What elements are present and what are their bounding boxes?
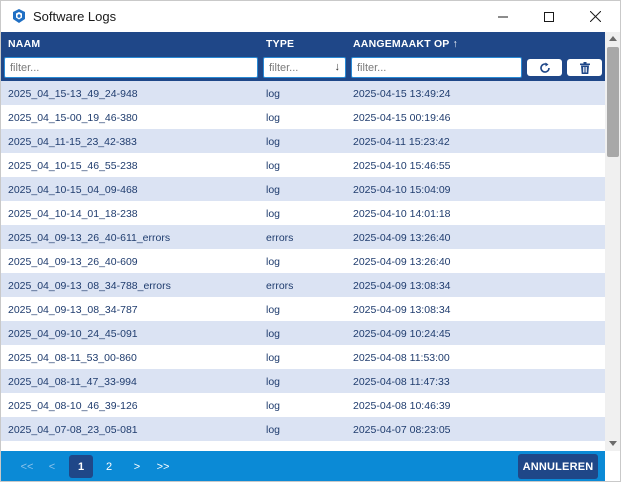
page-2-button[interactable]: 2 [97,455,121,478]
page-1-button[interactable]: 1 [69,455,93,478]
close-button[interactable] [572,1,618,32]
maximize-icon [544,11,554,22]
cell-naam: 2025_04_09-10_24_45-091 [8,328,138,340]
cancel-button[interactable]: ANNULEREN [518,454,598,479]
title-bar: Software Logs [1,1,620,32]
scroll-down-arrow-icon[interactable] [609,441,617,446]
table-row[interactable]: 2025_04_09-13_26_40-609 log 2025-04-09 1… [1,249,605,273]
app-logo-icon [11,8,27,24]
refresh-icon [539,62,550,73]
cell-type: log [266,256,281,268]
cell-aangemaakt: 2025-04-11 15:23:42 [353,136,450,148]
cell-naam: 2025_04_15-00_19_46-380 [8,112,138,124]
naam-filter-input[interactable] [4,57,258,78]
cell-aangemaakt: 2025-04-10 15:04:09 [353,184,451,196]
table-row[interactable]: 2025_04_10-14_01_18-238 log 2025-04-10 1… [1,201,605,225]
cell-aangemaakt: 2025-04-09 13:08:34 [353,280,451,292]
table-row[interactable] [1,441,605,451]
log-table-body: 2025_04_15-13_49_24-948 log 2025-04-15 1… [1,81,605,451]
type-filter-select[interactable]: filter... ↓ [263,57,346,78]
cell-naam: 2025_04_10-14_01_18-238 [8,208,138,220]
cell-naam: 2025_04_09-13_26_40-609 [8,256,138,268]
table-row[interactable]: 2025_04_15-13_49_24-948 log 2025-04-15 1… [1,81,605,105]
cell-naam: 2025_04_08-11_53_00-860 [8,352,137,364]
cell-type: log [266,424,281,436]
scrollbar-thumb[interactable] [607,47,619,157]
cell-aangemaakt: 2025-04-09 10:24:45 [353,328,451,340]
cell-type: log [266,88,281,100]
table-row[interactable]: 2025_04_08-10_46_39-126 log 2025-04-08 1… [1,393,605,417]
cell-aangemaakt: 2025-04-09 13:26:40 [353,232,451,244]
cell-type: log [266,328,281,340]
trash-icon [579,61,590,74]
table-row[interactable]: 2025_04_15-00_19_46-380 log 2025-04-15 0… [1,105,605,129]
table-row[interactable]: 2025_04_09-13_26_40-611_errors errors 20… [1,225,605,249]
first-page-button[interactable]: << [15,455,39,478]
window-title: Software Logs [33,9,117,24]
table-row[interactable]: 2025_04_10-15_04_09-468 log 2025-04-10 1… [1,177,605,201]
cell-type: errors [266,280,294,292]
table-row[interactable]: 2025_04_07-08_23_05-081 log 2025-04-07 0… [1,417,605,441]
cell-type: log [266,112,281,124]
table-row[interactable]: 2025_04_11-15_23_42-383 log 2025-04-11 1… [1,129,605,153]
cell-aangemaakt: 2025-04-08 10:46:39 [353,400,451,412]
close-icon [589,11,601,22]
cell-naam: 2025_04_09-13_26_40-611_errors [8,232,171,244]
table-header: NAAM TYPE AANGEMAAKT OP ↑ [1,32,605,55]
previous-page-button[interactable]: < [41,455,63,478]
table-row[interactable]: 2025_04_10-15_46_55-238 log 2025-04-10 1… [1,153,605,177]
column-header-naam[interactable]: NAAM [8,38,40,50]
software-logs-window: Software Logs NAAM TYPE AANGEMAAKT OP ↑ … [0,0,621,482]
table-row[interactable]: 2025_04_08-11_53_00-860 log 2025-04-08 1… [1,345,605,369]
cell-aangemaakt: 2025-04-07 08:23:05 [353,424,451,436]
cell-aangemaakt: 2025-04-15 00:19:46 [353,112,451,124]
cell-aangemaakt: 2025-04-10 14:01:18 [353,208,451,220]
cell-aangemaakt: 2025-04-08 11:53:00 [353,352,450,364]
cell-type: log [266,160,281,172]
cell-aangemaakt: 2025-04-09 13:08:34 [353,304,451,316]
delete-button[interactable] [567,59,602,76]
cell-type: log [266,136,281,148]
vertical-scrollbar[interactable] [605,32,620,451]
cell-naam: 2025_04_09-13_08_34-788_errors [8,280,171,292]
filter-bar: filter... ↓ [1,55,605,81]
cell-aangemaakt: 2025-04-08 11:47:33 [353,376,450,388]
cell-type: log [266,208,281,220]
cell-type: log [266,184,281,196]
maximize-button[interactable] [526,1,572,32]
cell-aangemaakt: 2025-04-09 13:26:40 [353,256,451,268]
cell-naam: 2025_04_08-11_47_33-994 [8,376,137,388]
cell-naam: 2025_04_09-13_08_34-787 [8,304,138,316]
minimize-button[interactable] [480,1,526,32]
cell-naam: 2025_04_07-08_23_05-081 [8,424,138,436]
next-page-button[interactable]: > [127,455,147,478]
table-row[interactable]: 2025_04_08-11_47_33-994 log 2025-04-08 1… [1,369,605,393]
cell-naam: 2025_04_08-10_46_39-126 [8,400,138,412]
table-row[interactable]: 2025_04_09-13_08_34-788_errors errors 20… [1,273,605,297]
pagination-footer: << < 1 2 > >> ANNULEREN [1,451,605,481]
cell-naam: 2025_04_15-13_49_24-948 [8,88,138,100]
cell-type: log [266,376,281,388]
sort-down-arrow-icon: ↓ [334,61,341,73]
cell-type: errors [266,232,294,244]
cell-naam: 2025_04_11-15_23_42-383 [8,136,137,148]
cell-naam: 2025_04_10-15_46_55-238 [8,160,138,172]
type-filter-placeholder: filter... [269,62,299,74]
last-page-button[interactable]: >> [151,455,175,478]
aangemaakt-filter-input[interactable] [351,57,522,78]
cell-type: log [266,352,281,364]
table-row[interactable]: 2025_04_09-13_08_34-787 log 2025-04-09 1… [1,297,605,321]
cell-type: log [266,304,281,316]
refresh-button[interactable] [527,59,562,76]
cell-aangemaakt: 2025-04-10 15:46:55 [353,160,451,172]
column-header-type[interactable]: TYPE [266,38,294,50]
scroll-up-arrow-icon[interactable] [609,36,617,41]
cell-type: log [266,400,281,412]
cell-aangemaakt: 2025-04-15 13:49:24 [353,88,451,100]
minimize-icon [498,16,508,17]
column-header-aangemaakt-op[interactable]: AANGEMAAKT OP ↑ [353,38,458,50]
table-row[interactable]: 2025_04_09-10_24_45-091 log 2025-04-09 1… [1,321,605,345]
cell-naam: 2025_04_10-15_04_09-468 [8,184,138,196]
